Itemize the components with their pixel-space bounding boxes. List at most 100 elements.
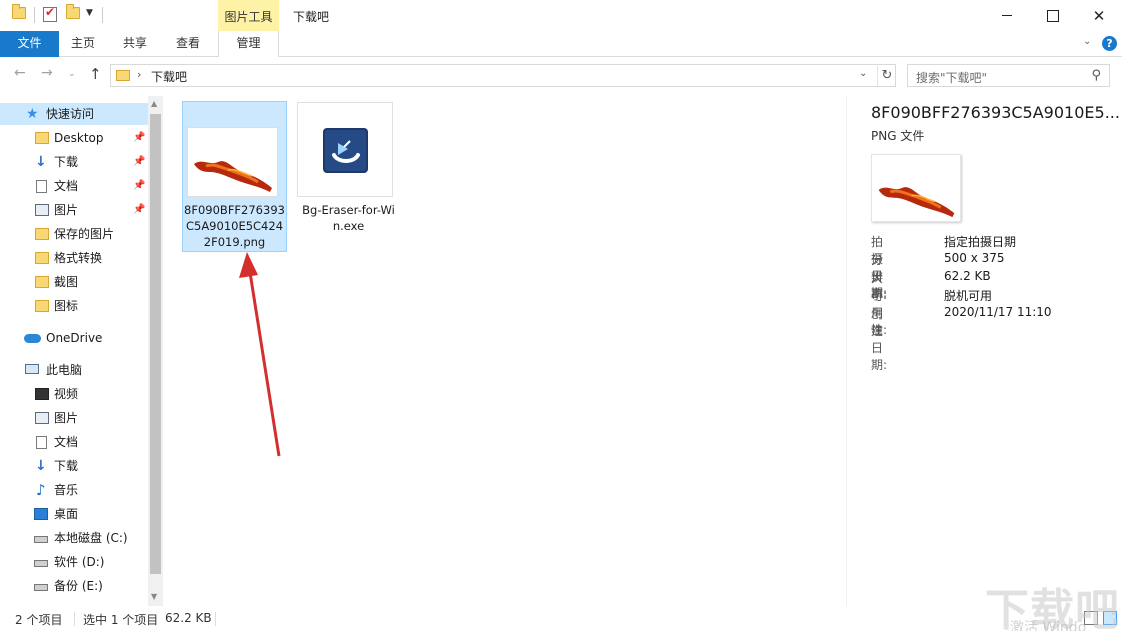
pin-icon[interactable]: 📌 bbox=[133, 127, 145, 149]
scrollbar-thumb[interactable] bbox=[150, 114, 161, 574]
close-icon: ✕ bbox=[1092, 6, 1106, 25]
search-icon: ⚲ bbox=[1091, 68, 1101, 83]
sidebar-item-onedrive[interactable]: OneDrive bbox=[0, 327, 148, 349]
folder-icon bbox=[35, 300, 49, 312]
sidebar-item-pc-pictures[interactable]: 图片 bbox=[0, 407, 148, 429]
close-button[interactable]: ✕ bbox=[1076, 0, 1122, 31]
sidebar-item-label: 备份 (E:) bbox=[54, 579, 103, 593]
status-size: 62.2 KB bbox=[165, 611, 212, 625]
sidebar-item-format-convert[interactable]: 格式转换 bbox=[0, 247, 148, 269]
drive-icon bbox=[34, 536, 48, 543]
cloud-icon bbox=[24, 334, 41, 343]
tab-file[interactable]: 文件 bbox=[0, 31, 59, 57]
status-separator bbox=[74, 612, 75, 626]
folder-icon bbox=[35, 252, 49, 264]
quick-access-separator bbox=[34, 7, 35, 23]
sidebar-item-label: 保存的图片 bbox=[54, 227, 115, 241]
sidebar-item-icons[interactable]: 图标 bbox=[0, 295, 148, 317]
star-icon: ★ bbox=[26, 106, 39, 122]
sidebar-item-label: 截图 bbox=[54, 275, 79, 289]
pin-icon[interactable]: 📌 bbox=[133, 151, 145, 173]
chevron-down-icon[interactable]: ▼ bbox=[86, 8, 93, 18]
address-dropdown-icon[interactable]: ⌄ bbox=[859, 68, 867, 79]
folder-icon bbox=[35, 228, 49, 240]
title-bar: ▼ 图片工具 下载吧 ✕ bbox=[0, 0, 1122, 31]
sidebar-item-downloads[interactable]: ↓ 下载 📌 bbox=[0, 151, 148, 173]
context-tab-header: 图片工具 bbox=[218, 0, 279, 31]
sidebar-item-quick-access[interactable]: ★ 快速访问 bbox=[0, 103, 148, 125]
scroll-down-icon[interactable]: ▼ bbox=[151, 592, 157, 601]
sidebar-item-label: 格式转换 bbox=[54, 251, 103, 265]
tab-home[interactable]: 主页 bbox=[60, 31, 106, 57]
watermark-activation-text: 激活 Windo bbox=[1010, 620, 1087, 631]
detail-value: 500 x 375 bbox=[944, 251, 1005, 265]
sidebar-item-label: 下载 bbox=[54, 155, 79, 169]
address-bar[interactable]: › 下载吧 ⌄ ↻ bbox=[110, 64, 896, 87]
folder-icon bbox=[35, 132, 49, 144]
detail-key: 创建日期: bbox=[871, 307, 888, 372]
sidebar-item-label: 图片 bbox=[54, 203, 79, 217]
file-list: 8F090BFF276393C5A9010E5C4242F019.png Bg-… bbox=[163, 96, 845, 606]
video-icon bbox=[35, 388, 49, 400]
sidebar-item-desktop-pc[interactable]: 桌面 bbox=[0, 503, 148, 525]
sidebar-item-label: Desktop bbox=[54, 131, 104, 145]
sidebar-item-label: 本地磁盘 (C:) bbox=[54, 531, 128, 545]
sidebar-item-desktop[interactable]: Desktop 📌 bbox=[0, 127, 148, 149]
sidebar-item-saved-pictures[interactable]: 保存的图片 bbox=[0, 223, 148, 245]
recent-locations-icon[interactable]: ⌄ bbox=[68, 69, 76, 79]
drive-icon bbox=[34, 560, 48, 567]
details-file-type: PNG 文件 bbox=[871, 129, 925, 143]
status-bar: 2 个项目 选中 1 个项目 62.2 KB bbox=[0, 606, 1122, 631]
sidebar-item-label: 文档 bbox=[54, 435, 79, 449]
document-icon bbox=[36, 180, 47, 193]
sidebar-item-drive-d[interactable]: 软件 (D:) bbox=[0, 551, 148, 573]
ribbon-tab-bar: 文件 主页 共享 查看 管理 ⌄ ? bbox=[0, 31, 1122, 58]
up-icon[interactable]: ↑ bbox=[89, 65, 102, 83]
desktop-icon bbox=[34, 508, 48, 520]
sidebar-item-music[interactable]: ♪ 音乐 bbox=[0, 479, 148, 501]
pin-icon[interactable]: 📌 bbox=[133, 199, 145, 221]
address-row: ← → ⌄ ↑ › 下载吧 ⌄ ↻ 搜索"下载吧" ⚲ bbox=[0, 57, 1122, 94]
sidebar-item-videos[interactable]: 视频 bbox=[0, 383, 148, 405]
sidebar-item-drive-c[interactable]: 本地磁盘 (C:) bbox=[0, 527, 148, 549]
status-separator bbox=[215, 612, 216, 626]
search-input[interactable]: 搜索"下载吧" ⚲ bbox=[907, 64, 1110, 87]
computer-icon bbox=[25, 364, 39, 374]
detail-value[interactable]: 指定拍摄日期 bbox=[944, 233, 1016, 250]
sidebar-item-this-pc[interactable]: 此电脑 bbox=[0, 359, 148, 381]
window-title: 下载吧 bbox=[293, 10, 330, 24]
maximize-button[interactable] bbox=[1030, 0, 1076, 31]
drive-icon bbox=[34, 584, 48, 591]
navigation-scrollbar[interactable]: ▲ ▼ bbox=[148, 96, 163, 606]
sidebar-item-pictures[interactable]: 图片 📌 bbox=[0, 199, 148, 221]
back-icon[interactable]: ← bbox=[14, 65, 26, 81]
pin-icon[interactable]: 📌 bbox=[133, 175, 145, 197]
detail-value: 2020/11/17 11:10 bbox=[944, 305, 1052, 319]
download-icon: ↓ bbox=[35, 458, 47, 474]
scroll-up-icon[interactable]: ▲ bbox=[151, 99, 157, 108]
tab-manage[interactable]: 管理 bbox=[218, 31, 279, 58]
breadcrumb-current[interactable]: 下载吧 bbox=[151, 68, 187, 85]
expand-ribbon-icon[interactable]: ⌄ bbox=[1083, 36, 1091, 47]
tab-view[interactable]: 查看 bbox=[165, 31, 211, 57]
tab-share[interactable]: 共享 bbox=[112, 31, 158, 57]
quick-access-separator bbox=[102, 7, 103, 23]
sidebar-item-pc-documents[interactable]: 文档 bbox=[0, 431, 148, 453]
properties-icon[interactable] bbox=[43, 5, 57, 22]
status-item-count: 2 个项目 bbox=[15, 613, 63, 627]
sidebar-item-screenshots[interactable]: 截图 bbox=[0, 271, 148, 293]
breadcrumb-chevron-icon[interactable]: › bbox=[137, 68, 141, 81]
folder-icon bbox=[35, 276, 49, 288]
search-placeholder: 搜索"下载吧" bbox=[916, 71, 988, 85]
forward-icon[interactable]: → bbox=[41, 65, 53, 81]
sidebar-item-pc-downloads[interactable]: ↓ 下载 bbox=[0, 455, 148, 477]
new-folder-icon[interactable] bbox=[66, 4, 80, 19]
refresh-icon[interactable]: ↻ bbox=[877, 66, 896, 86]
sidebar-item-documents[interactable]: 文档 📌 bbox=[0, 175, 148, 197]
annotation-arrow bbox=[239, 252, 281, 457]
picture-icon bbox=[35, 204, 49, 216]
minimize-button[interactable] bbox=[984, 0, 1030, 31]
music-icon: ♪ bbox=[36, 481, 46, 499]
help-icon[interactable]: ? bbox=[1102, 36, 1117, 51]
sidebar-item-drive-e[interactable]: 备份 (E:) bbox=[0, 575, 148, 597]
